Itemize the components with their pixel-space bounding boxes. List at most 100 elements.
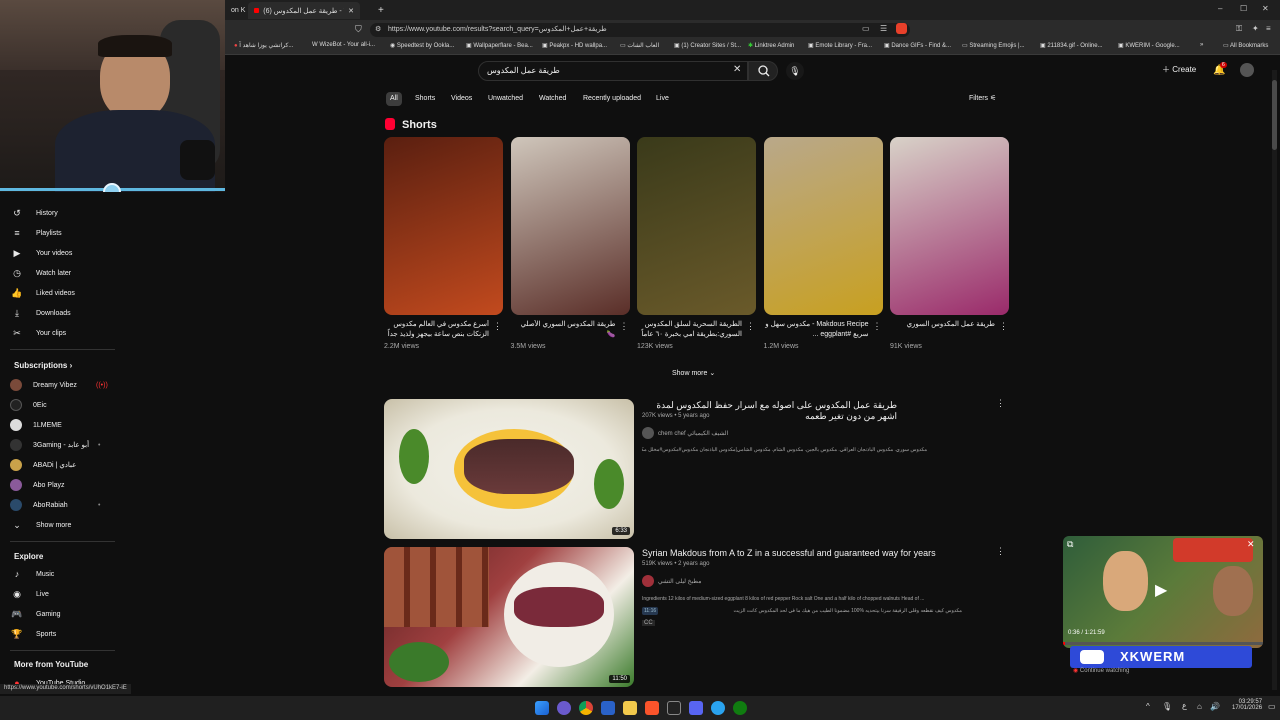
sidebar-item-liked-videos[interactable]: 👍 Liked videos: [10, 284, 120, 302]
tab-close-icon[interactable]: ✕: [348, 7, 354, 15]
short-thumbnail[interactable]: [763, 137, 883, 315]
bookmark-item[interactable]: ▣ Wallpaperflare - Bea...: [466, 42, 533, 49]
all-bookmarks[interactable]: ▭ All Bookmarks: [1223, 42, 1268, 49]
discord-icon[interactable]: [689, 701, 703, 715]
app-icon[interactable]: [601, 701, 615, 715]
subscription-item[interactable]: 0Eic: [10, 396, 120, 414]
bookmark-item[interactable]: ● كراتشي يوزا شاهد آ...: [234, 42, 293, 49]
telegram-icon[interactable]: [711, 701, 725, 715]
more-options-icon[interactable]: ⋮: [746, 321, 755, 332]
chip-watched[interactable]: Watched: [535, 92, 570, 106]
close-window-icon[interactable]: ✕: [1262, 4, 1269, 13]
maximize-icon[interactable]: ☐: [1240, 4, 1247, 13]
bookmark-item[interactable]: ▣ (1) Creator Sites / St...: [674, 42, 741, 49]
brave-icon[interactable]: [645, 701, 659, 715]
minimize-icon[interactable]: –: [1218, 4, 1222, 13]
bookmark-folder[interactable]: ▭ العاب الشات: [620, 42, 659, 49]
search-button[interactable]: [748, 61, 778, 81]
more-options-icon[interactable]: ⋮: [999, 321, 1008, 332]
subscription-item[interactable]: Dreamy Vibez ((•)): [10, 376, 120, 394]
xbox-icon[interactable]: [733, 701, 747, 715]
more-options-icon[interactable]: ⋮: [620, 321, 629, 332]
sidebar-item-history[interactable]: ↺ History: [10, 204, 120, 222]
channel-avatar[interactable]: [642, 427, 654, 439]
network-icon[interactable]: ⌂: [1197, 702, 1202, 711]
subscription-item[interactable]: ABADi | عبادي: [10, 456, 120, 474]
miniplayer-expand-icon[interactable]: ⧉: [1067, 539, 1073, 550]
tray-chevron-icon[interactable]: ^: [1146, 702, 1150, 711]
keyboard-language[interactable]: ع: [1182, 701, 1187, 710]
bookmark-item[interactable]: ▣ Dance GIFs - Find &...: [884, 42, 951, 49]
miniplayer-close-icon[interactable]: ✕: [1247, 539, 1255, 550]
clear-search-icon[interactable]: ✕: [733, 64, 741, 75]
sidebar-item-sports[interactable]: 🏆 Sports: [10, 625, 120, 643]
more-options-icon[interactable]: ⋮: [996, 398, 1005, 409]
chapter-timestamp[interactable]: 11:16: [642, 607, 659, 615]
bookmark-item[interactable]: ◉ Speedtest by Ookla...: [390, 42, 454, 49]
create-button[interactable]: ＋ Create: [1162, 64, 1196, 75]
chip-recently-uploaded[interactable]: Recently uploaded: [579, 92, 645, 106]
more-options-icon[interactable]: ⋮: [493, 321, 502, 332]
more-options-icon[interactable]: ⋮: [996, 546, 1005, 557]
bookmark-item[interactable]: ▣ KWERIM - Google...: [1118, 42, 1180, 49]
short-thumbnail[interactable]: [637, 137, 756, 315]
subscriptions-show-more[interactable]: ⌄ Show more: [10, 516, 120, 534]
menu-icon[interactable]: ≡: [1266, 24, 1271, 33]
video-thumbnail[interactable]: 11:50: [384, 547, 634, 687]
sidebar-item-downloads[interactable]: ⤓ Downloads: [10, 304, 120, 322]
browser-tab-active[interactable]: (6) طريقة عمل المكدوس - YouTube ✕: [248, 2, 360, 19]
subscription-item[interactable]: 3Gaming - أبو عابد •: [10, 436, 120, 454]
page-scrollbar[interactable]: [1272, 70, 1277, 690]
clock[interactable]: 03:29:57 17/01/2026: [1232, 699, 1262, 711]
extensions-icon[interactable]: ⚿: [1236, 24, 1242, 34]
short-thumbnail[interactable]: [890, 137, 1009, 315]
subscription-item[interactable]: 1LMEME: [10, 416, 120, 434]
chip-all[interactable]: All: [386, 92, 402, 106]
scrollbar-thumb[interactable]: [1272, 80, 1277, 150]
chip-shorts[interactable]: Shorts: [411, 92, 439, 106]
sidebar-item-live[interactable]: ◉ Live: [10, 585, 120, 603]
start-icon[interactable]: [535, 701, 549, 715]
bookmark-item[interactable]: ✱ Linktree Admin: [748, 42, 794, 49]
channel-avatar[interactable]: [642, 575, 654, 587]
subscriptions-heading[interactable]: Subscriptions ›: [14, 361, 72, 370]
channel-name[interactable]: chem chef الشيف الكيميائي: [658, 430, 728, 437]
chip-live[interactable]: Live: [652, 92, 673, 106]
short-title[interactable]: طريقة المكدوس السوري الأصلي 🍆: [511, 320, 616, 340]
bookmark-item[interactable]: ▣ Peakpx - HD wallpa...: [542, 42, 607, 49]
play-icon[interactable]: ▶: [1155, 580, 1167, 600]
chip-unwatched[interactable]: Unwatched: [484, 92, 527, 106]
bookmark-item[interactable]: ▣ Emote Library - Fra...: [808, 42, 872, 49]
bookmark-item[interactable]: ▭ Streaming Emojis |...: [962, 42, 1025, 49]
puzzle-icon[interactable]: ✦: [1252, 24, 1259, 33]
miniplayer-progress-track[interactable]: [1063, 642, 1263, 645]
sidebar-item-playlists[interactable]: ≡ Playlists: [10, 224, 120, 242]
filters-button[interactable]: Filters ⚟: [969, 94, 996, 102]
bookmark-star-icon[interactable]: ⛉: [355, 24, 362, 35]
url-bar[interactable]: ⚙ https://www.youtube.com/results?search…: [370, 23, 910, 37]
chip-videos[interactable]: Videos: [447, 92, 476, 106]
tray-mic-icon[interactable]: 🎙: [1162, 702, 1172, 711]
search-taskbar-icon[interactable]: [557, 701, 571, 715]
short-title[interactable]: أسرع مكدوس في العالم مكدوس الزنكات بنص س…: [384, 320, 489, 340]
screen-icon[interactable]: ▭: [862, 24, 870, 33]
more-options-icon[interactable]: ⋮: [873, 321, 882, 332]
sidebar-item-music[interactable]: ♪ Music: [10, 565, 120, 583]
sidebar-item-watch-later[interactable]: ◷ Watch later: [10, 264, 120, 282]
sidebar-item-gaming[interactable]: 🎮 Gaming: [10, 605, 120, 623]
short-title[interactable]: الطريقة السحرية لسلق المكدوس السوري:بطري…: [637, 320, 742, 340]
obs-icon[interactable]: [667, 701, 681, 715]
bookmarks-more-icon[interactable]: »: [1200, 42, 1203, 48]
notifications-icon[interactable]: ▭: [1268, 702, 1276, 711]
sidebar-item-your-clips[interactable]: ✂ Your clips: [10, 324, 120, 342]
reader-icon[interactable]: ☰: [880, 24, 887, 33]
search-input[interactable]: طريقة عمل المكدوس: [478, 61, 748, 81]
new-tab-button[interactable]: +: [372, 2, 390, 19]
subscription-item[interactable]: Abo Playz: [10, 476, 120, 494]
shorts-show-more-button[interactable]: Show more ⌄: [672, 369, 715, 377]
short-title[interactable]: Makdous Recipe - مكدوس سهل و سريع #eggpl…: [764, 320, 868, 340]
video-thumbnail[interactable]: 6:33: [384, 399, 634, 539]
account-avatar[interactable]: [1240, 63, 1254, 77]
file-explorer-icon[interactable]: [623, 701, 637, 715]
voice-search-icon[interactable]: 🎙: [786, 62, 804, 80]
